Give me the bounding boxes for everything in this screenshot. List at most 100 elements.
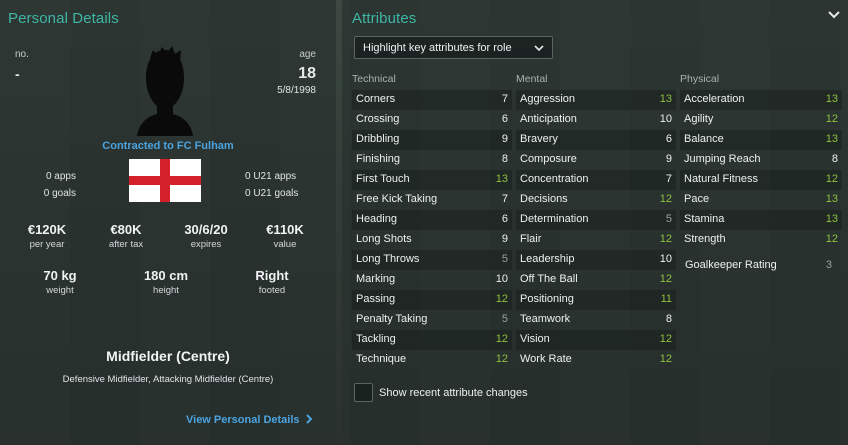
attribute-value: 13 (825, 93, 838, 105)
attribute-row-heading[interactable]: Heading 6 (352, 210, 512, 230)
dropdown-label: Highlight key attributes for role (363, 42, 512, 54)
attribute-row-penalty-taking[interactable]: Penalty Taking 5 (352, 310, 512, 330)
attribute-value: 8 (831, 153, 838, 165)
attribute-row-jumping-reach[interactable]: Jumping Reach 8 (680, 150, 842, 170)
attribute-row-corners[interactable]: Corners 7 (352, 90, 512, 110)
wage-after-tax-stat: €80K after tax (108, 222, 144, 250)
attribute-value: 13 (825, 133, 838, 145)
attribute-name: Jumping Reach (684, 153, 761, 165)
view-personal-details-link[interactable]: View Personal Details (186, 414, 313, 426)
attribute-name: Composure (520, 153, 577, 165)
attribute-name: Anticipation (520, 113, 577, 125)
attribute-row-long-throws[interactable]: Long Throws 5 (352, 250, 512, 270)
attribute-row-tackling[interactable]: Tackling 12 (352, 330, 512, 350)
attribute-value: 13 (825, 213, 838, 225)
attribute-name: Concentration (520, 173, 589, 185)
age-label: age (299, 49, 316, 60)
attribute-value: 12 (659, 353, 672, 365)
chevron-down-icon[interactable] (828, 10, 840, 20)
attribute-value: 12 (659, 233, 672, 245)
attribute-name: First Touch (356, 173, 410, 185)
attribute-row-long-shots[interactable]: Long Shots 9 (352, 230, 512, 250)
attribute-name: Finishing (356, 153, 401, 165)
attribute-row-pace[interactable]: Pace 13 (680, 190, 842, 210)
attribute-name: Stamina (684, 213, 725, 225)
goalkeeper-rating-value: 3 (825, 259, 832, 271)
attribute-name: Teamwork (520, 313, 571, 325)
attribute-name: Marking (356, 273, 396, 285)
attribute-name: Heading (356, 213, 397, 225)
attribute-row-composure[interactable]: Composure 9 (516, 150, 676, 170)
attribute-row-decisions[interactable]: Decisions 12 (516, 190, 676, 210)
attribute-name: Positioning (520, 293, 574, 305)
attribute-value: 7 (501, 193, 508, 205)
attribute-row-flair[interactable]: Flair 12 (516, 230, 676, 250)
attribute-value: 12 (659, 333, 672, 345)
goalkeeper-rating-row: Goalkeeper Rating 3 (680, 256, 842, 276)
attribute-value: 9 (665, 153, 672, 165)
attribute-value: 12 (659, 273, 672, 285)
attribute-row-natural-fitness[interactable]: Natural Fitness 12 (680, 170, 842, 190)
attribute-row-crossing[interactable]: Crossing 6 (352, 110, 512, 130)
attribute-name: Passing (356, 293, 396, 305)
attribute-row-passing[interactable]: Passing 12 (352, 290, 512, 310)
attribute-row-leadership[interactable]: Leadership 10 (516, 250, 676, 270)
attribute-row-dribbling[interactable]: Dribbling 9 (352, 130, 512, 150)
highlight-key-attributes-dropdown[interactable]: Highlight key attributes for role (354, 36, 553, 59)
technical-attributes-list: Corners 7 Crossing 6 Dribbling 9 Finishing 8 Fir… (352, 90, 512, 370)
attribute-row-aggression[interactable]: Aggression 13 (516, 90, 676, 110)
attribute-row-balance[interactable]: Balance 13 (680, 130, 842, 150)
attribute-name: Strength (684, 233, 726, 245)
date-of-birth: 5/8/1998 (277, 85, 316, 96)
mental-heading: Mental (516, 73, 548, 85)
attribute-row-work-rate[interactable]: Work Rate 12 (516, 350, 676, 370)
technical-heading: Technical (352, 73, 396, 85)
attribute-row-off-the-ball[interactable]: Off The Ball 12 (516, 270, 676, 290)
attribute-row-concentration[interactable]: Concentration 7 (516, 170, 676, 190)
attribute-name: Aggression (520, 93, 576, 105)
attribute-value: 10 (659, 113, 672, 125)
attribute-value: 6 (665, 133, 672, 145)
secondary-positions: Defensive Midfielder, Attacking Midfield… (62, 374, 274, 385)
attribute-row-acceleration[interactable]: Acceleration 13 (680, 90, 842, 110)
attribute-row-teamwork[interactable]: Teamwork 8 (516, 310, 676, 330)
attribute-name: Bravery (520, 133, 558, 145)
attribute-row-free-kick-taking[interactable]: Free Kick Taking 7 (352, 190, 512, 210)
contract-link[interactable]: Contracted to FC Fulham (0, 140, 336, 152)
attribute-value: 5 (501, 253, 508, 265)
attribute-row-strength[interactable]: Strength 12 (680, 230, 842, 250)
weight-stat: 70 kg weight (43, 268, 77, 296)
attribute-row-first-touch[interactable]: First Touch 13 (352, 170, 512, 190)
attribute-name: Corners (356, 93, 396, 105)
attribute-row-technique[interactable]: Technique 12 (352, 350, 512, 370)
england-flag-icon (129, 159, 201, 202)
attribute-row-determination[interactable]: Determination 5 (516, 210, 676, 230)
contract-expiry-stat: 30/6/20 expires (184, 222, 228, 250)
attribute-row-marking[interactable]: Marking 10 (352, 270, 512, 290)
squad-number-value: - (15, 66, 20, 82)
attribute-value: 7 (665, 173, 672, 185)
attribute-row-vision[interactable]: Vision 12 (516, 330, 676, 350)
attribute-name: Long Throws (356, 253, 420, 265)
attribute-row-anticipation[interactable]: Anticipation 10 (516, 110, 676, 130)
u21-goals-count: 0 U21 goals (245, 188, 299, 199)
attribute-row-positioning[interactable]: Positioning 11 (516, 290, 676, 310)
attribute-name: Determination (520, 213, 589, 225)
attribute-name: Balance (684, 133, 724, 145)
attribute-value: 8 (501, 153, 508, 165)
attribute-row-finishing[interactable]: Finishing 8 (352, 150, 512, 170)
attribute-row-agility[interactable]: Agility 12 (680, 110, 842, 130)
show-recent-changes-label: Show recent attribute changes (379, 387, 528, 399)
attribute-value: 13 (659, 93, 672, 105)
attribute-row-stamina[interactable]: Stamina 13 (680, 210, 842, 230)
attribute-row-bravery[interactable]: Bravery 6 (516, 130, 676, 150)
show-recent-changes-checkbox[interactable] (354, 383, 373, 402)
attribute-value: 5 (665, 213, 672, 225)
attribute-value: 12 (495, 353, 508, 365)
attribute-value: 12 (825, 233, 838, 245)
mental-attributes-list: Aggression 13 Anticipation 10 Bravery 6 Compos… (516, 90, 676, 370)
physical-attributes-list: Acceleration 13 Agility 12 Balance 13 Jumping … (680, 90, 842, 250)
attribute-value: 9 (501, 233, 508, 245)
panel-title: Personal Details (8, 10, 119, 27)
attribute-value: 13 (825, 193, 838, 205)
